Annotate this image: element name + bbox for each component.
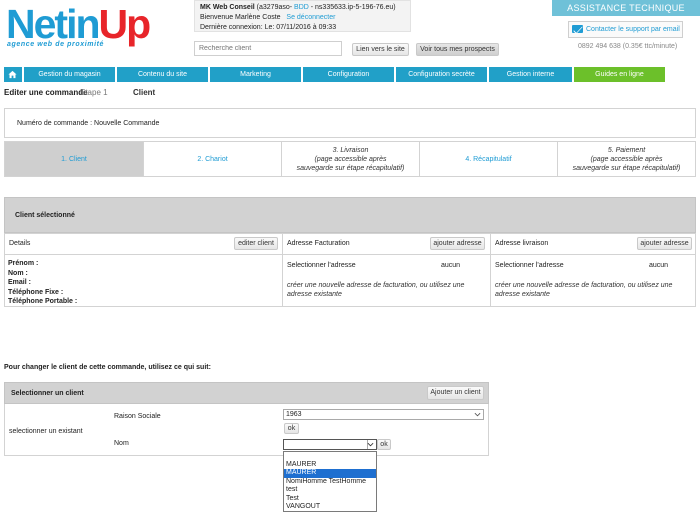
shipping-address-label: Adresse livraison [495,240,549,247]
user-info-box: MK Web Conseil (a3279aso- BDD - ns335633… [194,0,411,32]
step-paiement-note: (page accessible après [590,155,663,163]
nav-home[interactable] [4,67,22,82]
dropdown-option[interactable]: Test [284,495,376,504]
billing-hint: créer une nouvelle adresse de facturatio… [287,282,465,298]
shipping-hint: créer une nouvelle adresse de facturatio… [495,282,673,298]
shipping-none: aucun [649,262,669,269]
order-number: Numéro de commande : Nouvelle Commande [4,108,696,138]
step-client-label: 1. Client [61,155,87,163]
logo[interactable]: NetinUp [6,1,152,47]
dropdown-option[interactable]: NomiHomme TestHomme [284,478,376,487]
dropdown-option[interactable]: test [284,486,376,495]
step-label: Etape 1 [80,88,108,97]
dropdown-option[interactable] [284,452,376,461]
step-paiement: 5. Paiement (page accessible après sauvega… [557,141,696,177]
nav-item-gestion-magasin[interactable]: Gestion du magasin [24,67,115,82]
edit-client-button[interactable]: editer client [234,237,278,250]
step-chariot[interactable]: 2. Chariot [143,141,282,177]
support-email-button[interactable]: Contacter le support par email [568,21,683,38]
add-shipping-address-button[interactable]: ajouter adresse [637,237,692,250]
chevron-down-icon [474,412,481,417]
welcome-text: Bienvenue Marlène Coste [200,14,281,21]
step-client[interactable]: 1. Client [4,141,144,177]
raison-sociale-value: 1963 [286,411,302,418]
logo-part-up: Up [98,1,152,47]
billing-none: aucun [441,262,461,269]
nav-item-marketing[interactable]: Marketing [210,67,301,82]
raison-sociale-label: Raison Sociale [114,413,161,420]
existing-label: selectionner un existant [9,428,83,435]
add-client-button[interactable]: Ajouter un client [427,386,484,400]
logo-tagline: agence web de proximité [7,41,105,48]
prospects-button[interactable]: Voir tous mes prospects [416,43,499,56]
server-name: - ns335633.ip-5-196-76.eu) [308,4,396,11]
account-id: (a3279aso- [254,4,295,11]
dropdown-option[interactable]: VANGOUT [284,503,376,512]
raison-sociale-select[interactable]: 1963 [283,409,484,420]
nom-select[interactable] [283,439,377,450]
client-detail-row: Prénom : Nom : Email : Téléphone Fixe : … [4,255,696,307]
field-tel-fixe: Téléphone Fixe : [8,288,64,296]
billing-address-label: Adresse Facturation [287,240,350,247]
client-fields: Prénom : Nom : Email : Téléphone Fixe : … [8,259,77,307]
nom-label: Nom [114,440,129,447]
nav-item-guides[interactable]: Guides en ligne [574,67,665,82]
nav-item-configuration[interactable]: Configuration [303,67,394,82]
nav-item-contenu-site[interactable]: Contenu du site [117,67,208,82]
nav-item-gestion-interne[interactable]: Gestion interne [489,67,572,82]
client-header-row: Details editer client Adresse Facturatio… [4,233,696,255]
shipping-select-label: Selectionner l'adresse [495,262,564,269]
logout-link[interactable]: Se déconnecter [286,14,335,21]
step-livraison: 3. Livraison (page accessible après sauveg… [281,141,420,177]
step-name: Client [133,88,156,97]
site-link-button[interactable]: Lien vers le site [352,43,409,56]
step-recapitulatif[interactable]: 4. Récapitulatif [419,141,558,177]
dropdown-option-highlighted[interactable]: MAURER [284,469,376,478]
nom-dropdown-list: MAURER MAURER NomiHomme TestHomme test T… [283,451,377,512]
support-phone: 0892 494 638 (0.35€ ttc/minute) [578,43,678,50]
raison-ok-button[interactable]: ok [284,423,299,434]
details-label: Details [9,240,31,247]
add-billing-address-button[interactable]: ajouter adresse [430,237,485,250]
nom-ok-button[interactable]: ok [377,439,391,450]
change-client-note: Pour changer le client de cette commande… [4,364,211,371]
step-chariot-label: 2. Chariot [197,155,228,163]
step-livraison-label: 3. Livraison [332,146,369,154]
select-client-title: Selectionner un client [4,382,489,404]
step-livraison-note: (page accessible après [314,155,387,163]
page-title: Editer une commande [4,88,88,97]
dropdown-option[interactable]: MAURER [284,461,376,470]
nav-item-configuration-secrete[interactable]: Configuration secrète [396,67,487,82]
step-livraison-note2: sauvegarde sur étape récapitulatif) [296,164,405,172]
field-email: Email : [8,279,31,286]
client-section-title: Client sélectionné [4,197,696,233]
field-nom: Nom : [8,269,28,277]
envelope-icon [572,25,583,33]
chevron-down-icon [367,442,374,447]
step-paiement-note2: sauvegarde sur étape récapitulatif) [572,164,681,172]
bdd-link[interactable]: BDD [294,4,309,11]
order-steps: 1. Client 2. Chariot 3. Livraison (page a… [4,141,696,177]
billing-select-label: Selectionner l'adresse [287,262,356,269]
step-recap-label: 4. Récapitulatif [465,155,512,163]
home-icon [8,70,17,79]
company-name: MK Web Conseil [200,4,255,11]
last-login: Dernière connexion: Le: 07/11/2016 à 09:… [200,24,337,31]
client-search-input[interactable] [194,41,342,56]
assistance-banner[interactable]: ASSISTANCE TECHNIQUE [552,0,700,16]
field-tel-portable: Téléphone Portable : [8,298,78,305]
field-prenom: Prénom : [8,260,39,267]
step-paiement-label: 5. Paiement [607,146,646,154]
